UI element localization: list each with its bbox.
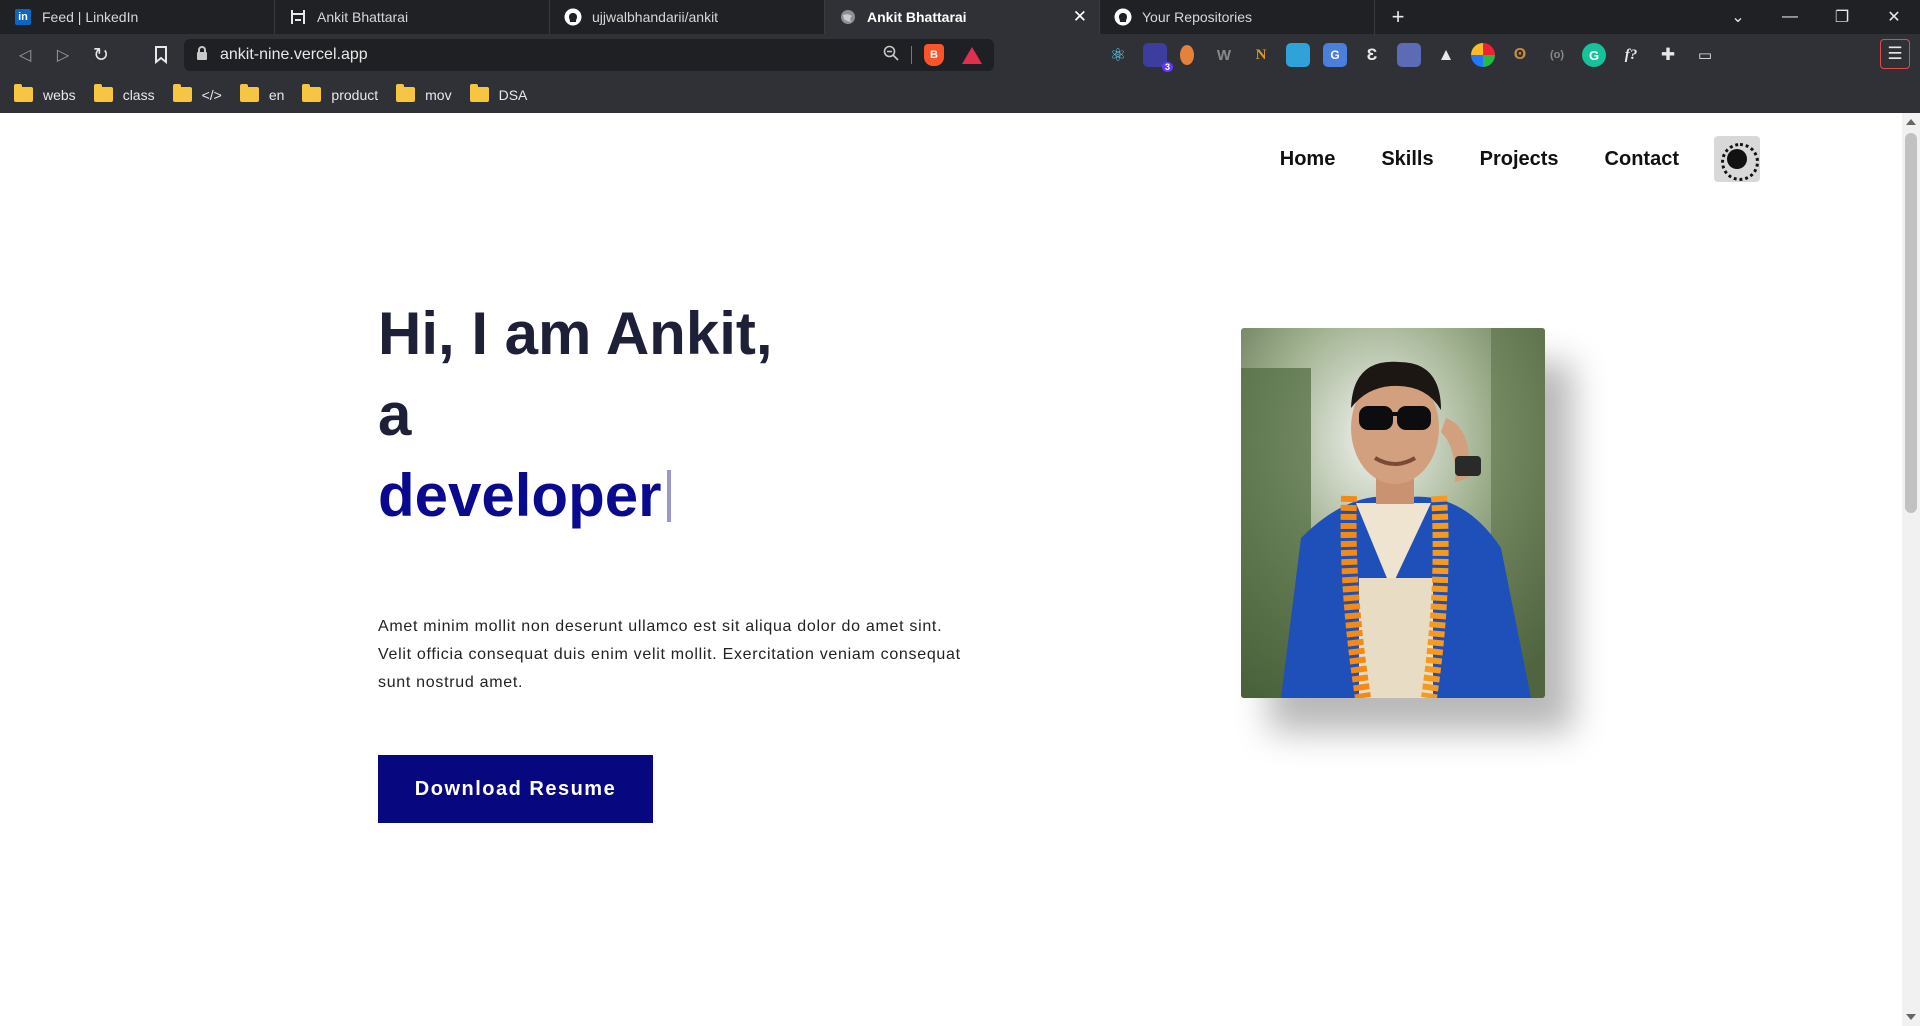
extension-n-icon[interactable]: N bbox=[1249, 43, 1273, 67]
bookmark-label: mov bbox=[425, 86, 452, 103]
close-icon[interactable]: ✕ bbox=[1073, 7, 1087, 27]
browser-menu-icon[interactable]: ☰ bbox=[1880, 39, 1910, 69]
typed-word: developer bbox=[378, 462, 662, 529]
tab-title: Ankit Bhattarai bbox=[867, 9, 967, 25]
bookmark-folder-en[interactable]: en bbox=[239, 84, 285, 103]
tab-bar: in Feed | LinkedIn Ankit Bhattarai ujjwa… bbox=[0, 0, 1920, 34]
folder-icon bbox=[469, 84, 489, 102]
profile-photo-image bbox=[1241, 328, 1545, 698]
bookmark-folder-class[interactable]: class bbox=[93, 84, 155, 103]
zoom-icon[interactable] bbox=[883, 45, 899, 66]
hero-typed-line: developer bbox=[378, 455, 773, 536]
divider bbox=[911, 46, 912, 64]
folder-icon bbox=[14, 84, 33, 102]
back-icon[interactable]: ◁ bbox=[6, 40, 44, 70]
bookmark-folder-mov[interactable]: mov bbox=[396, 84, 452, 103]
bookmark-label: product bbox=[331, 86, 379, 103]
site-logo-icon bbox=[289, 8, 307, 26]
extension-orange-icon[interactable] bbox=[1180, 45, 1194, 65]
hero-article: a bbox=[378, 381, 412, 448]
grammarly-icon[interactable]: G bbox=[1582, 43, 1606, 67]
nav-link-contact[interactable]: Contact bbox=[1605, 148, 1679, 171]
bookmarks-bar: webs class </> en product mov DSA bbox=[0, 76, 1920, 113]
bookmark-label: DSA bbox=[498, 86, 528, 103]
hero-greeting: Hi, I am Ankit, bbox=[378, 300, 773, 367]
url-text: ankit-nine.vercel.app bbox=[220, 46, 368, 63]
brave-rewards-icon[interactable] bbox=[962, 46, 982, 64]
page-scrollbar[interactable] bbox=[1902, 113, 1920, 1026]
bookmark-label: </> bbox=[201, 86, 222, 103]
bookmark-folder-dsa[interactable]: DSA bbox=[469, 84, 528, 103]
browser-toolbar: ◁ ▷ ↻ ankit-nine.vercel.app B ⚛ 3 W N G … bbox=[0, 34, 1920, 76]
hero-heading: Hi, I am Ankit, a developer bbox=[378, 293, 773, 536]
folder-icon bbox=[93, 84, 113, 102]
redux-devtools-icon[interactable]: 3 bbox=[1143, 43, 1173, 72]
tab-list-icon[interactable]: ⌄ bbox=[1712, 0, 1764, 34]
globe-icon bbox=[839, 8, 857, 26]
extension-badge: 3 bbox=[1161, 62, 1173, 72]
bookmark-icon[interactable] bbox=[146, 46, 176, 64]
tab-title: Your Repositories bbox=[1142, 9, 1252, 25]
window-controls: ⌄ — ❐ ✕ bbox=[1712, 0, 1920, 34]
scroll-down-icon[interactable] bbox=[1906, 1014, 1916, 1020]
bookmark-folder-webs[interactable]: webs bbox=[14, 84, 76, 103]
lightbulb-icon bbox=[1721, 143, 1759, 181]
window-close-icon[interactable]: ✕ bbox=[1868, 0, 1920, 34]
folder-icon bbox=[302, 84, 322, 102]
folder-icon bbox=[172, 84, 192, 102]
portfolio-page: Home Skills Projects Contact Hi, I am An… bbox=[0, 113, 1902, 1026]
linkedin-icon: in bbox=[14, 8, 32, 26]
scroll-up-icon[interactable] bbox=[1906, 119, 1916, 125]
vercel-icon[interactable]: ▲ bbox=[1434, 43, 1458, 67]
tab-linkedin[interactable]: in Feed | LinkedIn bbox=[0, 0, 275, 34]
bookmark-folder-code[interactable]: </> bbox=[172, 84, 222, 103]
nav-link-home[interactable]: Home bbox=[1280, 148, 1336, 171]
extensions-puzzle-icon[interactable]: ✚ bbox=[1656, 43, 1680, 67]
bookmark-folder-product[interactable]: product bbox=[302, 84, 379, 103]
github-icon bbox=[564, 8, 582, 26]
whatfont-icon[interactable]: f? bbox=[1619, 43, 1643, 67]
new-tab-button[interactable]: + bbox=[1375, 0, 1421, 34]
bookmark-label: en bbox=[268, 86, 285, 103]
extension-brackets-icon[interactable]: (o) bbox=[1545, 43, 1569, 67]
typing-caret bbox=[667, 470, 672, 522]
profile-photo bbox=[1241, 328, 1545, 698]
extension-swirl-icon[interactable]: Ɛ bbox=[1360, 43, 1384, 67]
lock-icon bbox=[196, 45, 208, 65]
translate-icon[interactable]: G bbox=[1323, 43, 1347, 67]
site-nav: Home Skills Projects Contact bbox=[1234, 136, 1760, 182]
tab-repositories[interactable]: Your Repositories bbox=[1100, 0, 1375, 34]
tab-title: Feed | LinkedIn bbox=[42, 9, 139, 25]
download-resume-button[interactable]: Download Resume bbox=[378, 755, 653, 823]
tab-title: ujjwalbhandarii/ankit bbox=[592, 9, 719, 25]
bookmark-label: webs bbox=[43, 86, 76, 103]
tab-github-repo[interactable]: ujjwalbhandarii/ankit bbox=[550, 0, 825, 34]
extension-tools-icon[interactable] bbox=[1397, 43, 1421, 67]
extension-grid-icon[interactable] bbox=[1286, 43, 1310, 67]
owl-icon[interactable]: ʘ bbox=[1508, 43, 1532, 67]
colorpicker-icon[interactable] bbox=[1471, 43, 1495, 67]
theme-toggle-button[interactable] bbox=[1714, 136, 1760, 182]
nav-link-skills[interactable]: Skills bbox=[1381, 148, 1433, 171]
extensions-area: ⚛ 3 W N G Ɛ ▲ ʘ (o) G f? ✚ ▭ bbox=[1106, 43, 1730, 72]
bookmark-label: class bbox=[122, 86, 155, 103]
wordpress-icon[interactable]: W bbox=[1212, 43, 1236, 67]
tab-active-portfolio[interactable]: Ankit Bhattarai ✕ bbox=[825, 0, 1100, 34]
folder-icon bbox=[239, 84, 259, 102]
folder-icon bbox=[396, 84, 416, 102]
brave-shields-icon[interactable]: B bbox=[924, 44, 944, 66]
wallet-icon[interactable]: ▭ bbox=[1693, 43, 1717, 67]
address-bar[interactable]: ankit-nine.vercel.app B bbox=[184, 39, 994, 71]
github-icon bbox=[1114, 8, 1132, 26]
react-devtools-icon[interactable]: ⚛ bbox=[1106, 43, 1130, 67]
tab-ankit-site[interactable]: Ankit Bhattarai bbox=[275, 0, 550, 34]
hero-description: Amet minim mollit non deserunt ullamco e… bbox=[378, 618, 961, 691]
forward-icon[interactable]: ▷ bbox=[44, 40, 82, 70]
minimize-icon[interactable]: — bbox=[1764, 0, 1816, 34]
restore-icon[interactable]: ❐ bbox=[1816, 0, 1868, 34]
tab-title: Ankit Bhattarai bbox=[317, 9, 409, 25]
nav-link-projects[interactable]: Projects bbox=[1480, 148, 1559, 171]
scroll-thumb[interactable] bbox=[1905, 133, 1917, 513]
reload-icon[interactable]: ↻ bbox=[82, 40, 120, 70]
